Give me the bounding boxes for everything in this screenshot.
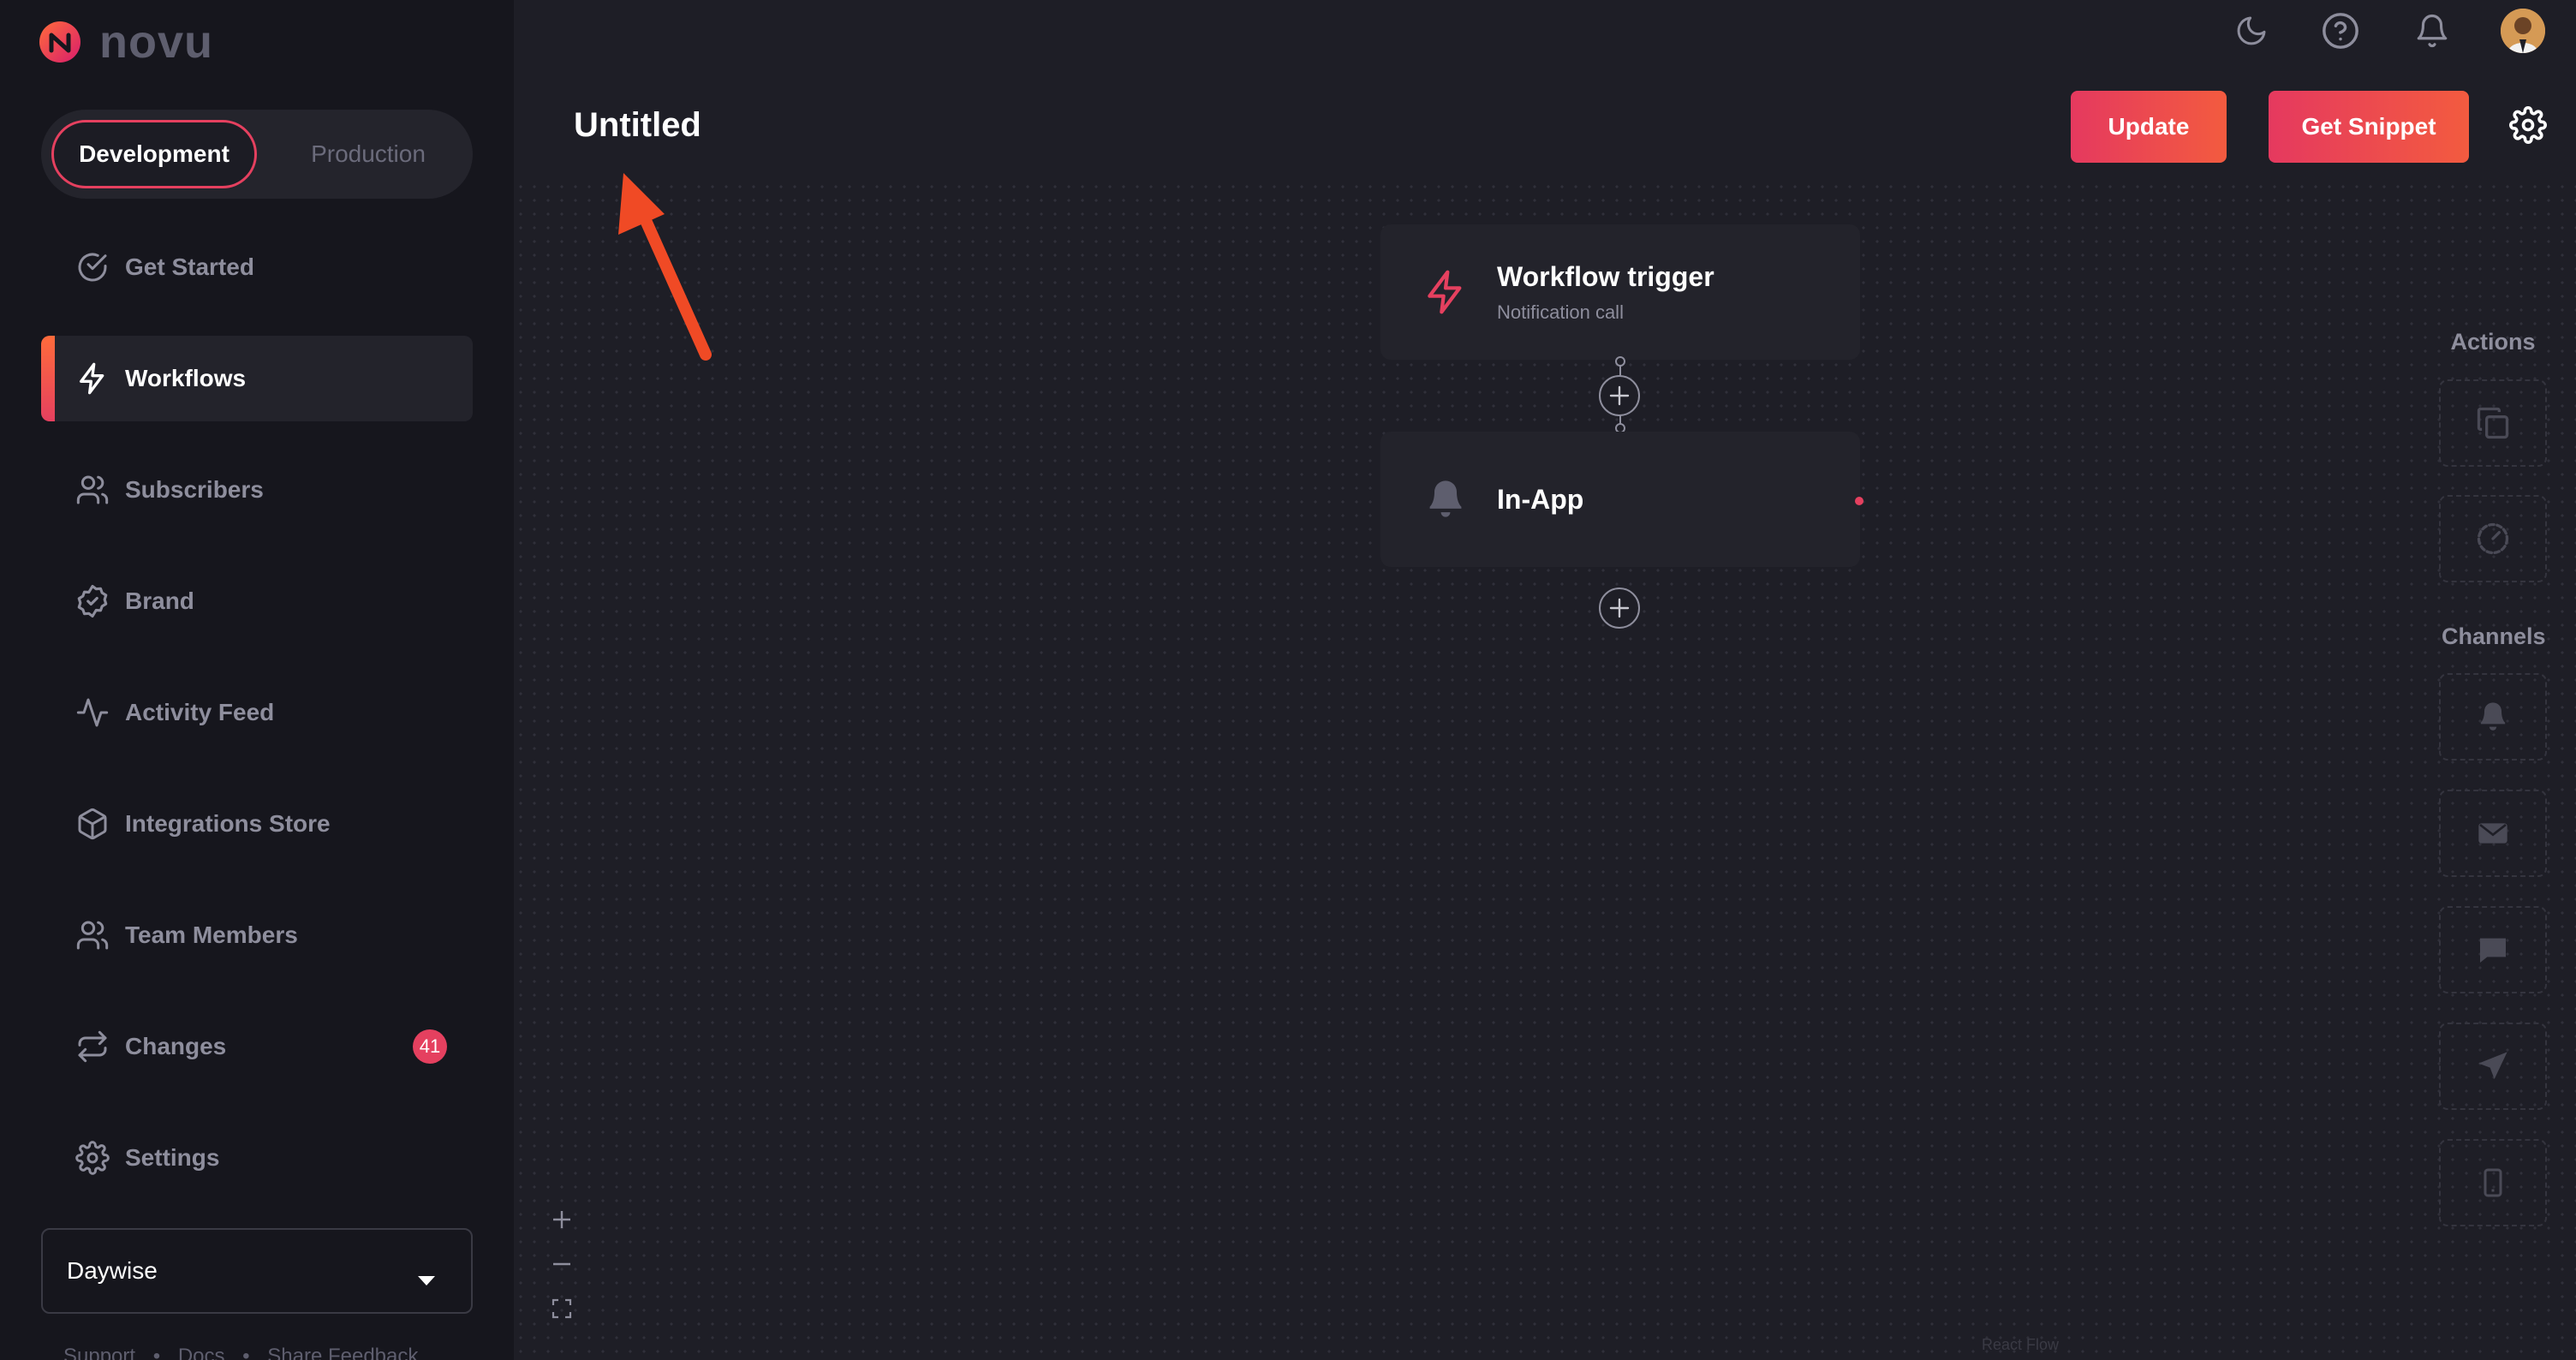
bolt-icon bbox=[72, 358, 113, 399]
bolt-icon bbox=[1420, 266, 1471, 318]
mail-icon bbox=[2478, 823, 2507, 844]
channel-chat-tile[interactable] bbox=[2439, 906, 2547, 993]
logo-text: novu bbox=[99, 16, 213, 68]
settings-gear-icon[interactable] bbox=[2506, 103, 2550, 147]
environment-switch: Development Production bbox=[41, 110, 473, 199]
trigger-title: Workflow trigger bbox=[1497, 260, 1714, 292]
support-link[interactable]: Support bbox=[63, 1345, 135, 1360]
plus-icon bbox=[553, 1211, 570, 1228]
send-icon bbox=[2478, 1052, 2507, 1079]
copy-icon bbox=[2477, 407, 2509, 439]
sidebar-item-get-started[interactable]: Get Started bbox=[41, 224, 473, 310]
sidebar-item-settings[interactable]: Settings bbox=[41, 1115, 473, 1201]
channel-push-tile[interactable] bbox=[2439, 1023, 2547, 1110]
sidebar-item-label: Subscribers bbox=[125, 476, 264, 503]
chat-icon bbox=[2480, 938, 2506, 963]
footer-separator: • bbox=[152, 1345, 161, 1360]
timer-icon bbox=[2477, 522, 2509, 555]
zoom-in-button[interactable] bbox=[545, 1202, 579, 1237]
sidebar-item-label: Get Started bbox=[125, 254, 254, 280]
step-error-indicator bbox=[1855, 497, 1863, 505]
step-title: In-App bbox=[1497, 483, 1584, 515]
channels-heading: Channels bbox=[2442, 623, 2546, 649]
workflow-title[interactable]: Untitled bbox=[574, 106, 701, 145]
env-production-button[interactable]: Production bbox=[274, 120, 462, 188]
sidebar-item-activity-feed[interactable]: Activity Feed bbox=[41, 670, 473, 755]
sidebar-item-label: Settings bbox=[125, 1144, 220, 1171]
moon-icon[interactable] bbox=[2229, 9, 2274, 53]
update-button[interactable]: Update bbox=[2071, 91, 2227, 163]
changes-count-badge: 41 bbox=[413, 1029, 447, 1064]
sidebar-item-label: Team Members bbox=[125, 922, 298, 948]
actions-heading: Actions bbox=[2450, 329, 2536, 355]
users-icon bbox=[72, 469, 113, 510]
help-icon[interactable] bbox=[2318, 9, 2363, 53]
sidebar-item-label: Activity Feed bbox=[125, 699, 275, 725]
bell-icon bbox=[1420, 474, 1471, 525]
channel-sms-tile[interactable] bbox=[2439, 1139, 2547, 1226]
add-step-button[interactable] bbox=[1599, 588, 1640, 629]
users-icon bbox=[72, 915, 113, 956]
sidebar-item-changes[interactable]: Changes 41 bbox=[41, 1004, 473, 1089]
plus-icon bbox=[1609, 385, 1630, 406]
action-copy-tile[interactable] bbox=[2439, 379, 2547, 467]
env-development-button[interactable]: Development bbox=[51, 120, 257, 188]
sidebar-item-team-members[interactable]: Team Members bbox=[41, 892, 473, 978]
sidebar-item-subscribers[interactable]: Subscribers bbox=[41, 447, 473, 533]
notification-bell-icon[interactable] bbox=[2410, 9, 2454, 53]
channel-email-tile[interactable] bbox=[2439, 790, 2547, 877]
get-snippet-button[interactable]: Get Snippet bbox=[2269, 91, 2469, 163]
novu-logo[interactable]: novu bbox=[38, 15, 213, 69]
add-step-button[interactable] bbox=[1599, 375, 1640, 416]
action-delay-tile[interactable] bbox=[2439, 495, 2547, 582]
footer-separator: • bbox=[242, 1345, 250, 1360]
organization-name: Daywise bbox=[67, 1257, 158, 1284]
user-avatar[interactable] bbox=[2501, 9, 2545, 53]
novu-logo-icon bbox=[39, 21, 80, 63]
docs-link[interactable]: Docs bbox=[178, 1345, 225, 1360]
sidebar-item-label: Brand bbox=[125, 588, 194, 614]
annotation-arrow-icon bbox=[618, 173, 712, 361]
sidebar-item-integrations-store[interactable]: Integrations Store bbox=[41, 781, 473, 867]
check-circle-icon bbox=[72, 247, 113, 288]
sidebar-item-label: Changes bbox=[125, 1033, 227, 1059]
workflow-trigger-node[interactable]: Workflow trigger Notification call bbox=[1380, 224, 1860, 360]
gear-icon bbox=[72, 1137, 113, 1178]
box-icon bbox=[72, 803, 113, 844]
caret-down-icon bbox=[416, 1266, 437, 1293]
share-feedback-link[interactable]: Share Feedback bbox=[267, 1345, 418, 1360]
sidebar-item-workflows[interactable]: Workflows bbox=[41, 336, 473, 421]
react-flow-attribution[interactable]: React Flow bbox=[1982, 1336, 2059, 1354]
sidebar: novu Development Production Get Started … bbox=[0, 0, 514, 1360]
sidebar-item-label: Integrations Store bbox=[125, 810, 331, 837]
fullscreen-icon bbox=[552, 1298, 572, 1319]
repeat-icon bbox=[72, 1026, 113, 1067]
zoom-out-button[interactable] bbox=[545, 1247, 579, 1281]
fit-view-button[interactable] bbox=[545, 1291, 579, 1326]
organization-select[interactable]: Daywise bbox=[41, 1228, 473, 1314]
minus-icon bbox=[553, 1262, 570, 1266]
trigger-subtitle: Notification call bbox=[1497, 301, 1624, 323]
footer-links: Support • Docs • Share Feedback bbox=[63, 1345, 418, 1360]
plus-icon bbox=[1609, 598, 1630, 618]
bell-icon bbox=[2480, 702, 2506, 731]
sidebar-item-label: Workflows bbox=[125, 365, 247, 391]
badge-check-icon bbox=[72, 581, 113, 622]
sidebar-item-brand[interactable]: Brand bbox=[41, 558, 473, 644]
channel-in-app-tile[interactable] bbox=[2439, 673, 2547, 761]
activity-icon bbox=[72, 692, 113, 733]
in-app-step-node[interactable]: In-App bbox=[1380, 432, 1860, 567]
mobile-icon bbox=[2484, 1168, 2502, 1197]
